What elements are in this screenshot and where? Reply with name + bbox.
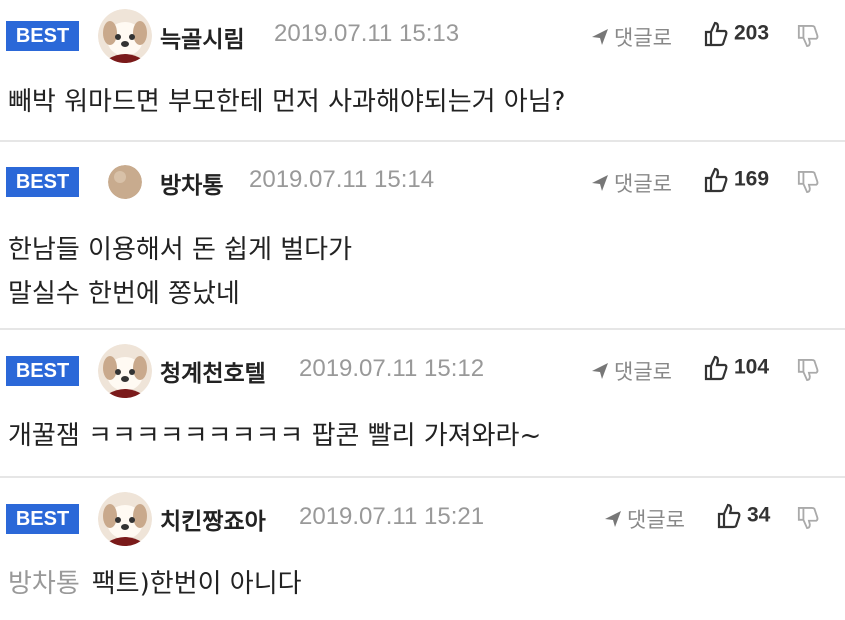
- thumbs-up-icon: [704, 167, 728, 193]
- comment-text-line: 방차통 팩트)한번이 아니다: [8, 562, 302, 606]
- comment-nickname[interactable]: 치킨짱죠아: [160, 502, 266, 536]
- comment-datetime: 2019.07.11 15:12: [299, 355, 485, 382]
- like-button[interactable]: 34: [717, 503, 770, 529]
- thumbs-down-icon: [797, 507, 819, 530]
- like-count: 203: [734, 21, 770, 45]
- comment-datetime: 2019.07.11 15:14: [249, 166, 435, 193]
- reply-button[interactable]: 댓글로: [590, 356, 672, 386]
- comment-datetime: 2019.07.11 15:13: [274, 20, 460, 47]
- thumbs-down-icon: [797, 171, 819, 194]
- comment-body: 빼박 워마드면 부모한테 먼저 사과해야되는거 아님?: [8, 80, 565, 124]
- reply-arrow-icon: [603, 509, 623, 534]
- reply-label: 댓글로: [614, 172, 672, 196]
- best-badge: BEST: [6, 356, 79, 386]
- best-badge: BEST: [6, 167, 79, 197]
- like-count: 169: [734, 167, 770, 191]
- puppy-avatar-icon[interactable]: [98, 9, 152, 63]
- comment-item: BEST 방차통 2019.07.11 15:14 댓글로 169 한남들 이용…: [0, 142, 845, 330]
- like-button[interactable]: 203: [704, 21, 769, 47]
- comment-item: BEST 치킨짱죠아 2019.07.11 15:21 댓글로 34 방차통 팩트…: [0, 478, 845, 620]
- dislike-button[interactable]: [797, 170, 819, 198]
- comment-header: BEST 늑골시림 2019.07.11 15:13 댓글로 203: [0, 0, 845, 72]
- like-count: 34: [747, 503, 771, 527]
- like-button[interactable]: 169: [704, 167, 769, 193]
- thumbs-up-icon: [717, 503, 741, 529]
- comment-text-line: 말실수 한번에 쫑났네: [8, 279, 240, 309]
- thumbs-down-icon: [797, 25, 819, 48]
- thumbs-up-icon: [704, 355, 728, 381]
- puppy-avatar-icon[interactable]: [98, 344, 152, 398]
- comment-body: 방차통 팩트)한번이 아니다: [8, 562, 302, 606]
- reply-button[interactable]: 댓글로: [590, 22, 672, 52]
- comment-nickname[interactable]: 청계천호텔: [160, 354, 266, 388]
- dislike-button[interactable]: [797, 506, 819, 534]
- best-badge: BEST: [6, 21, 79, 51]
- comment-header: BEST 방차통 2019.07.11 15:14 댓글로 169: [0, 142, 845, 214]
- puppy-avatar-icon[interactable]: [98, 492, 152, 546]
- comment-header: BEST 청계천호텔 2019.07.11 15:12 댓글로 104: [0, 330, 845, 402]
- like-count: 104: [734, 355, 770, 379]
- reply-button[interactable]: 댓글로: [590, 168, 672, 198]
- comment-nickname[interactable]: 늑골시림: [160, 20, 245, 54]
- dislike-button[interactable]: [797, 358, 819, 386]
- comment-datetime: 2019.07.11 15:21: [299, 503, 485, 530]
- comment-text-line: 빼박 워마드면 부모한테 먼저 사과해야되는거 아님?: [8, 87, 566, 117]
- reply-button[interactable]: 댓글로: [603, 504, 685, 534]
- reply-label: 댓글로: [627, 508, 685, 532]
- thumbs-up-icon: [704, 21, 728, 47]
- reply-arrow-icon: [590, 361, 610, 386]
- plain-avatar-icon[interactable]: [108, 165, 142, 199]
- reply-arrow-icon: [590, 173, 610, 198]
- comment-text-line: 한남들 이용해서 돈 쉽게 벌다가: [8, 235, 353, 265]
- thumbs-down-icon: [797, 359, 819, 382]
- comment-body: 개꿀잼 ㅋㅋㅋㅋㅋㅋㅋㅋㅋ 팝콘 빨리 가져와라~: [8, 414, 541, 458]
- reply-label: 댓글로: [614, 26, 672, 50]
- best-badge: BEST: [6, 504, 79, 534]
- reply-arrow-icon: [590, 27, 610, 52]
- comment-body: 한남들 이용해서 돈 쉽게 벌다가 말실수 한번에 쫑났네: [8, 228, 352, 316]
- reply-label: 댓글로: [614, 360, 672, 384]
- like-button[interactable]: 104: [704, 355, 769, 381]
- reply-mention[interactable]: 방차통: [8, 569, 80, 599]
- comment-item: BEST 청계천호텔 2019.07.11 15:12 댓글로 104 개꿀잼 …: [0, 330, 845, 478]
- comment-header: BEST 치킨짱죠아 2019.07.11 15:21 댓글로 34: [0, 478, 845, 550]
- dislike-button[interactable]: [797, 24, 819, 52]
- comment-text: 팩트)한번이 아니다: [91, 569, 302, 599]
- comment-item: BEST 늑골시림 2019.07.11 15:13 댓글로 203 빼박 워마…: [0, 0, 845, 142]
- comment-nickname[interactable]: 방차통: [160, 166, 223, 200]
- comment-text-line: 개꿀잼 ㅋㅋㅋㅋㅋㅋㅋㅋㅋ 팝콘 빨리 가져와라~: [8, 421, 542, 451]
